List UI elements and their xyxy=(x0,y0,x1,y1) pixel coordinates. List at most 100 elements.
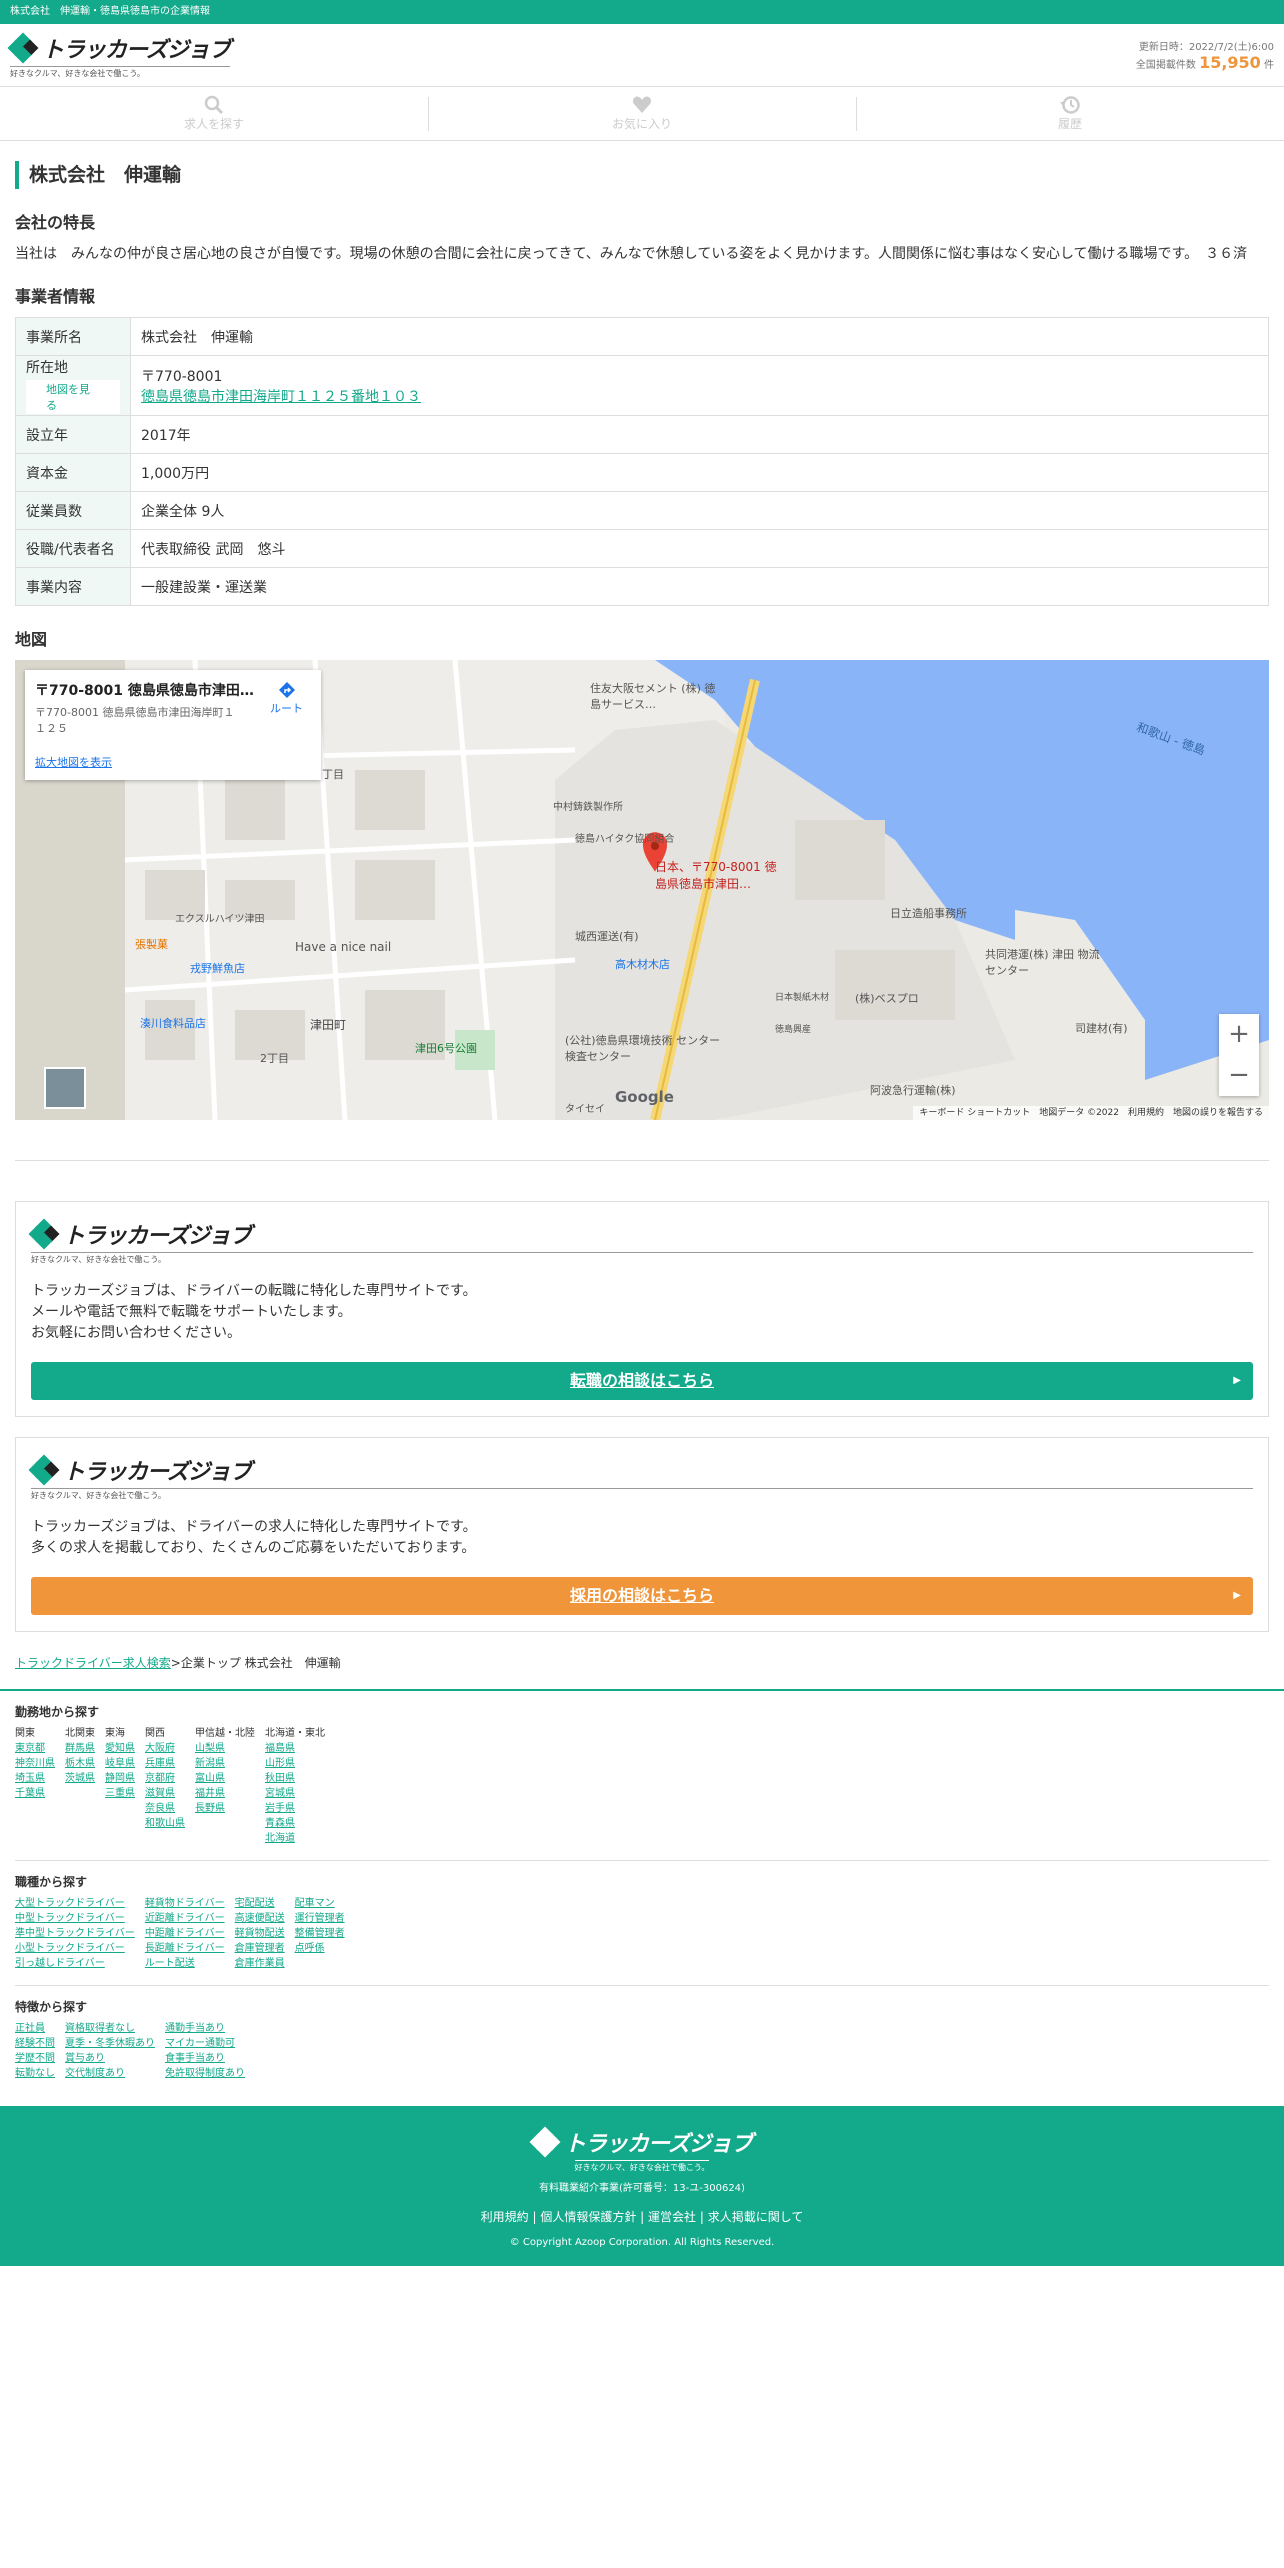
search-link[interactable]: 滋賀県 xyxy=(145,1786,185,1801)
search-link[interactable]: 通勤手当あり xyxy=(165,2021,245,2036)
search-link[interactable]: 食事手当あり xyxy=(165,2051,245,2066)
postal-code: 〒770-8001 xyxy=(141,368,223,385)
search-link[interactable]: 北海道 xyxy=(265,1831,325,1846)
search-link[interactable]: 神奈川県 xyxy=(15,1756,55,1771)
search-link[interactable]: 岩手県 xyxy=(265,1801,325,1816)
search-link[interactable]: 正社員 xyxy=(15,2021,55,2036)
search-link[interactable]: 中距離ドライバー xyxy=(145,1926,225,1941)
search-link[interactable]: 整備管理者 xyxy=(295,1926,345,1941)
search-link[interactable]: 点呼係 xyxy=(295,1941,345,1956)
nav-search-label: 求人を探す xyxy=(183,117,244,131)
logo-tagline: 好きなクルマ、好きな会社で働こう。 xyxy=(574,2160,710,2173)
search-link[interactable]: 倉庫管理者 xyxy=(235,1941,285,1956)
search-link[interactable]: 東京都 xyxy=(15,1741,55,1756)
search-link[interactable]: 運行管理者 xyxy=(295,1911,345,1926)
search-link[interactable]: 福井県 xyxy=(195,1786,255,1801)
listings-label: 全国掲載件数 xyxy=(1135,60,1196,71)
view-map-button[interactable]: 地図を見る xyxy=(26,380,120,414)
footer-link-privacy[interactable]: 個人情報保護方針 xyxy=(540,2210,636,2224)
search-link[interactable]: 引っ越しドライバー xyxy=(15,1956,135,1971)
embedded-map[interactable]: 日本、〒770-8001 徳島県徳島市津田… 住友大阪セメント (株) 徳島サー… xyxy=(15,660,1269,1120)
search-link[interactable]: 奈良県 xyxy=(145,1801,185,1816)
hiring-consult-button[interactable]: 採用の相談はこちら xyxy=(31,1577,1253,1615)
search-link[interactable]: 富山県 xyxy=(195,1771,255,1786)
table-row: 従業員数 企業全体 9人 xyxy=(15,491,1269,530)
search-link[interactable]: 高速便配送 xyxy=(235,1911,285,1926)
search-link[interactable]: 群馬県 xyxy=(65,1741,95,1756)
search-link[interactable]: 学歴不問 xyxy=(15,2051,55,2066)
search-link[interactable]: 新潟県 xyxy=(195,1756,255,1771)
search-link[interactable]: 山梨県 xyxy=(195,1741,255,1756)
search-link[interactable]: 準中型トラックドライバー xyxy=(15,1926,135,1941)
search-link[interactable]: 栃木県 xyxy=(65,1756,95,1771)
map-place: 津田町 xyxy=(310,1018,347,1032)
search-link[interactable]: 兵庫県 xyxy=(145,1756,185,1771)
search-link[interactable]: 経験不問 xyxy=(15,2036,55,2051)
row-value: 2017年 xyxy=(130,415,1269,454)
search-link[interactable]: 長野県 xyxy=(195,1801,255,1816)
table-row: 資本金 1,000万円 xyxy=(15,453,1269,492)
search-link[interactable]: 長距離ドライバー xyxy=(145,1941,225,1956)
address-link[interactable]: 徳島県徳島市津田海岸町１１２５番地１０３ xyxy=(141,389,421,405)
enlarge-map-link[interactable]: 拡大地図を表示 xyxy=(35,754,112,770)
search-link[interactable]: 静岡県 xyxy=(105,1771,135,1786)
table-row: 事業所名 株式会社 伸運輸 xyxy=(15,317,1269,356)
footer-logo[interactable]: トラッカーズジョブ 好きなクルマ、好きな会社で働こう。 xyxy=(529,2126,753,2173)
search-link[interactable]: 転勤なし xyxy=(15,2066,55,2081)
search-link[interactable]: 和歌山県 xyxy=(145,1816,185,1831)
search-link[interactable]: 愛知県 xyxy=(105,1741,135,1756)
search-link[interactable]: 中型トラックドライバー xyxy=(15,1911,135,1926)
search-link[interactable]: 埼玉県 xyxy=(15,1771,55,1786)
site-logo[interactable]: トラッカーズジョブ 好きなクルマ、好きな会社で働こう。 xyxy=(7,32,231,79)
footer: トラッカーズジョブ 好きなクルマ、好きな会社で働こう。 有料職業紹介事業(許可番… xyxy=(0,2106,1284,2266)
map-place: エクスルハイツ津田 xyxy=(175,914,265,925)
search-link[interactable]: 宮城県 xyxy=(265,1786,325,1801)
row-value: 代表取締役 武岡 悠斗 xyxy=(130,529,1269,568)
row-key: 役職/代表者名 xyxy=(15,529,131,568)
map-attribution[interactable]: キーボード ショートカット 地図データ ©2022 利用規約 地図の誤りを報告す… xyxy=(913,1106,1269,1120)
search-link[interactable]: 宅配配送 xyxy=(235,1896,285,1911)
search-link[interactable]: 茨城県 xyxy=(65,1771,95,1786)
search-link[interactable]: 福島県 xyxy=(265,1741,325,1756)
search-link[interactable]: 賞与あり xyxy=(65,2051,155,2066)
search-link[interactable]: マイカー通勤可 xyxy=(165,2036,245,2051)
search-link[interactable]: 大型トラックドライバー xyxy=(15,1896,135,1911)
search-link[interactable]: 免許取得制度あり xyxy=(165,2066,245,2081)
zoom-out-button[interactable]: − xyxy=(1219,1055,1259,1096)
search-link[interactable]: 交代制度あり xyxy=(65,2066,155,2081)
search-link[interactable]: 青森県 xyxy=(265,1816,325,1831)
search-link[interactable]: 軽貨物配送 xyxy=(235,1926,285,1941)
search-link[interactable]: 倉庫作業員 xyxy=(235,1956,285,1971)
search-link[interactable]: 山形県 xyxy=(265,1756,325,1771)
search-link[interactable]: 三重県 xyxy=(105,1786,135,1801)
search-link[interactable]: 京都府 xyxy=(145,1771,185,1786)
zoom-in-button[interactable]: + xyxy=(1219,1014,1259,1055)
nav-favorites[interactable]: お気に入り xyxy=(428,87,856,140)
license-number: 有料職業紹介事業(許可番号：13-ユ-300624) xyxy=(539,2183,745,2194)
search-link[interactable]: 岐阜県 xyxy=(105,1756,135,1771)
link-column: 軽貨物ドライバー 近距離ドライバー 中距離ドライバー 長距離ドライバー ルート配送 xyxy=(145,1896,225,1971)
search-by-area: 勤務地から探す 関東 東京都 神奈川県 埼玉県 千葉県 北関東 群馬県 栃木県 茨城県 東海 愛知県… xyxy=(0,1691,1284,1846)
history-icon xyxy=(1060,96,1080,114)
search-link[interactable]: 軽貨物ドライバー xyxy=(145,1896,225,1911)
footer-link-listing[interactable]: 求人掲載に関して xyxy=(708,2210,804,2224)
footer-link-company[interactable]: 運営会社 xyxy=(648,2210,696,2224)
career-consult-button[interactable]: 転職の相談はこちら xyxy=(31,1362,1253,1400)
search-link[interactable]: 大阪府 xyxy=(145,1741,185,1756)
search-link[interactable]: 小型トラックドライバー xyxy=(15,1941,135,1956)
footer-link-terms[interactable]: 利用規約 xyxy=(481,2210,529,2224)
column-heading: 関西 xyxy=(145,1728,165,1739)
search-link[interactable]: ルート配送 xyxy=(145,1956,225,1971)
map-heading: 地図 xyxy=(15,630,48,649)
nav-history[interactable]: 履歴 xyxy=(856,87,1284,140)
nav-search[interactable]: 求人を探す xyxy=(0,87,428,140)
search-link[interactable]: 千葉県 xyxy=(15,1786,55,1801)
breadcrumb-link[interactable]: トラックドライバー求人検索 xyxy=(15,1656,171,1670)
search-link[interactable]: 夏季・冬季休暇あり xyxy=(65,2036,155,2051)
search-link[interactable]: 近距離ドライバー xyxy=(145,1911,225,1926)
route-button[interactable]: ルート xyxy=(270,680,303,716)
search-link[interactable]: 秋田県 xyxy=(265,1771,325,1786)
section-heading: 職種から探す xyxy=(15,1875,88,1889)
search-link[interactable]: 資格取得者なし xyxy=(65,2021,155,2036)
search-link[interactable]: 配車マン xyxy=(295,1896,345,1911)
